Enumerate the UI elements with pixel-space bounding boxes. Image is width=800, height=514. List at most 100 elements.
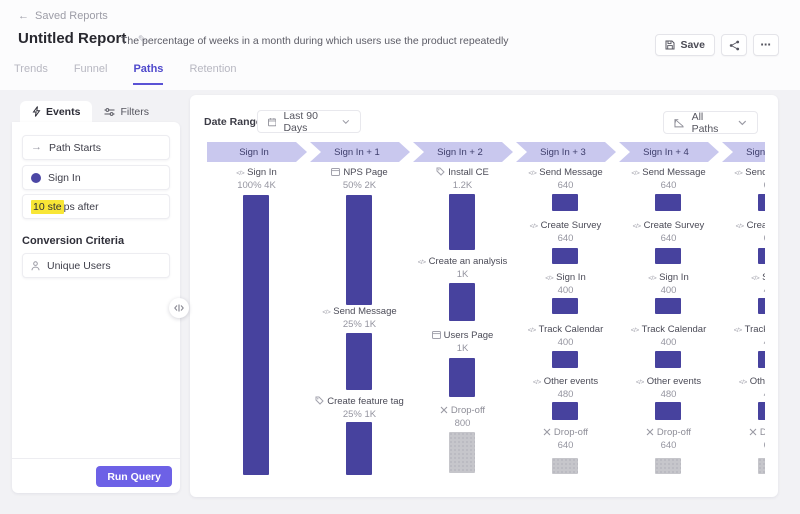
steps-after-row[interactable]: 10 steps after xyxy=(22,194,170,219)
user-icon xyxy=(31,261,40,271)
path-node-name: Send Message xyxy=(642,167,705,178)
tab-retention[interactable]: Retention xyxy=(189,63,236,85)
path-node-label: </>Track Calendar xyxy=(514,324,617,335)
run-query-button[interactable]: Run Query xyxy=(96,466,172,487)
date-range-value: Last 90 Days xyxy=(283,110,335,134)
path-node-label: </>Sign In xyxy=(514,272,617,283)
path-node-bar[interactable] xyxy=(346,195,372,305)
path-starts-row[interactable]: → Path Starts xyxy=(22,135,170,160)
path-column: NPS Page50% 2K</>Send Message25% 1KCreat… xyxy=(308,135,411,497)
path-node-label: </>Create Survey xyxy=(720,220,765,231)
path-node-bar[interactable] xyxy=(346,333,372,390)
code-icon: </> xyxy=(739,379,747,386)
path-node-value: 800 xyxy=(411,418,514,429)
path-node-label: Drop-off xyxy=(411,405,514,416)
path-node-bar[interactable] xyxy=(449,358,475,397)
path-node-label: </>Send Message xyxy=(617,167,720,178)
save-button[interactable]: Save xyxy=(655,34,715,56)
sidebar-tab-events-label: Events xyxy=(46,106,80,118)
code-icon: </> xyxy=(648,275,656,282)
start-event-row[interactable]: Sign In xyxy=(22,165,170,190)
path-node-value: 25% 1K xyxy=(308,319,411,330)
arrow-right-icon: → xyxy=(31,142,42,153)
code-icon: </> xyxy=(734,170,742,177)
path-node-bar[interactable] xyxy=(758,298,765,314)
path-node-bar[interactable] xyxy=(243,195,269,475)
report-description: The percentage of weeks in a month durin… xyxy=(121,35,509,47)
path-node-label: </>Create Survey xyxy=(617,220,720,231)
path-node-value: 1K xyxy=(411,343,514,354)
path-node-value: 480 xyxy=(617,389,720,400)
path-node-bar[interactable] xyxy=(552,298,578,314)
x-icon xyxy=(646,427,654,438)
share-button[interactable] xyxy=(721,34,747,56)
start-event-label: Sign In xyxy=(48,172,81,184)
x-icon xyxy=(749,427,757,438)
tab-paths[interactable]: Paths xyxy=(133,63,163,85)
path-node-bar[interactable] xyxy=(655,351,681,368)
path-node-value: 400 xyxy=(514,337,617,348)
path-node-bar[interactable] xyxy=(552,351,578,368)
path-node-bar[interactable] xyxy=(655,298,681,314)
path-node-bar[interactable] xyxy=(758,248,765,264)
more-options-button[interactable]: ⋯ xyxy=(753,34,779,56)
path-node-value: 640 xyxy=(720,233,765,244)
dropoff-bar[interactable] xyxy=(655,458,681,474)
events-icon xyxy=(32,106,41,117)
page-title: Untitled Report xyxy=(18,30,126,47)
path-node-label: </>Create Survey xyxy=(514,220,617,231)
share-icon xyxy=(729,40,740,51)
sidebar-tabs: Events Filters xyxy=(20,101,161,122)
path-node-name: Drop-off xyxy=(657,427,691,438)
paths-filter-dropdown[interactable]: All Paths xyxy=(663,111,758,134)
code-icon: </> xyxy=(418,259,426,266)
sidebar-tab-filters[interactable]: Filters xyxy=(92,101,161,122)
path-node-label: Users Page xyxy=(411,330,514,341)
path-node-bar[interactable] xyxy=(758,351,765,368)
path-node-label: </>Sign In xyxy=(617,272,720,283)
path-node-label: </>Track Calendar xyxy=(720,324,765,335)
dropoff-bar[interactable] xyxy=(552,458,578,474)
path-node-label: Install CE xyxy=(411,167,514,178)
path-node-value: 400 xyxy=(720,337,765,348)
path-node-label: </>Other events xyxy=(720,376,765,387)
path-node-name: Track Calendar xyxy=(745,324,765,335)
save-icon xyxy=(665,40,675,50)
path-node-name: Drop-off xyxy=(760,427,765,438)
panel-resize-handle[interactable] xyxy=(169,298,189,318)
path-node-bar[interactable] xyxy=(449,194,475,250)
sidebar-tab-events[interactable]: Events xyxy=(20,101,92,122)
path-node-bar[interactable] xyxy=(346,422,372,475)
code-icon: </> xyxy=(528,170,536,177)
path-node-bar[interactable] xyxy=(552,194,578,211)
x-icon xyxy=(543,427,551,438)
path-column: </>Send Message640</>Create Survey640</>… xyxy=(514,135,617,497)
path-node-bar[interactable] xyxy=(758,194,765,211)
back-to-saved-reports-link[interactable]: ←Saved Reports xyxy=(18,10,108,22)
path-node-bar[interactable] xyxy=(758,402,765,420)
path-node-name: Create an analysis xyxy=(429,256,508,267)
date-range-dropdown[interactable]: Last 90 Days xyxy=(257,110,361,133)
path-flow-viewport: Sign InSign In + 1Sign In + 2Sign In + 3… xyxy=(190,135,765,497)
page-icon xyxy=(331,167,340,178)
arrow-left-icon: ← xyxy=(18,10,29,22)
path-node-bar[interactable] xyxy=(655,248,681,264)
path-node-bar[interactable] xyxy=(449,283,475,321)
code-icon: </> xyxy=(631,327,639,334)
dropoff-bar[interactable] xyxy=(449,432,475,473)
code-icon: </> xyxy=(322,309,330,316)
paths-filter-value: All Paths xyxy=(692,111,732,135)
path-node-label: </>Sign In xyxy=(720,272,765,283)
path-node-bar[interactable] xyxy=(552,248,578,264)
tab-trends[interactable]: Trends xyxy=(14,63,48,85)
path-node-name: Send Message xyxy=(539,167,602,178)
page-icon xyxy=(432,330,441,341)
path-node-bar[interactable] xyxy=(655,194,681,211)
path-node-label: </>Track Calendar xyxy=(617,324,720,335)
path-node-bar[interactable] xyxy=(552,402,578,420)
unique-users-row[interactable]: Unique Users xyxy=(22,253,170,278)
dropoff-bar[interactable] xyxy=(758,458,765,474)
tab-funnel[interactable]: Funnel xyxy=(74,63,108,85)
ellipsis-icon: ⋯ xyxy=(760,39,772,51)
path-node-bar[interactable] xyxy=(655,402,681,420)
